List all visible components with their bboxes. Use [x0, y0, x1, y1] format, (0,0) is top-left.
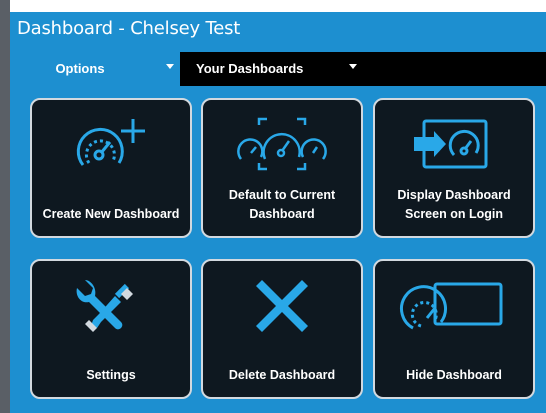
default-to-current-dashboard-button[interactable]: Default to Current Dashboard [201, 98, 363, 238]
settings-button[interactable]: Settings [30, 259, 192, 399]
wrench-screwdriver-icon [32, 273, 190, 339]
window-title: Dashboard - Chelsey Test [17, 18, 241, 39]
tab-your-dashboards[interactable]: Your Dashboards [196, 52, 357, 86]
multi-gauge-focus-icon [203, 112, 361, 178]
background-edge [0, 0, 10, 413]
tile-label: Settings [86, 368, 136, 382]
x-icon [203, 273, 361, 339]
tile-label: Hide Dashboard [406, 368, 502, 382]
tile-label: Delete Dashboard [228, 368, 336, 382]
options-panel: Create New Dashboard Default to Current … [16, 86, 546, 413]
tab-bar: Options Your Dashboards [16, 52, 546, 86]
tile-label: Display Dashboard Screen on Login [397, 188, 511, 221]
caret-down-icon [166, 64, 174, 69]
hide-dashboard-button[interactable]: Hide Dashboard [373, 259, 535, 399]
tile-label: Create New Dashboard [42, 207, 180, 221]
tab-your-dashboards-label: Your Dashboards [196, 61, 304, 76]
display-dashboard-on-login-button[interactable]: Display Dashboard Screen on Login [373, 98, 535, 238]
delete-dashboard-button[interactable]: Delete Dashboard [201, 259, 363, 399]
caret-down-icon [349, 64, 357, 69]
tile-label: Default to Current Dashboard [228, 188, 336, 221]
tab-options-label: Options [55, 61, 105, 76]
dashboard-window: Dashboard - Chelsey Test Options Your Da… [10, 12, 546, 413]
screen-login-gauge-icon [375, 112, 533, 178]
tab-options[interactable]: Options [16, 52, 180, 86]
gauge-plus-icon [32, 112, 190, 178]
hide-gauge-screen-icon [375, 273, 533, 339]
create-new-dashboard-button[interactable]: Create New Dashboard [30, 98, 192, 238]
